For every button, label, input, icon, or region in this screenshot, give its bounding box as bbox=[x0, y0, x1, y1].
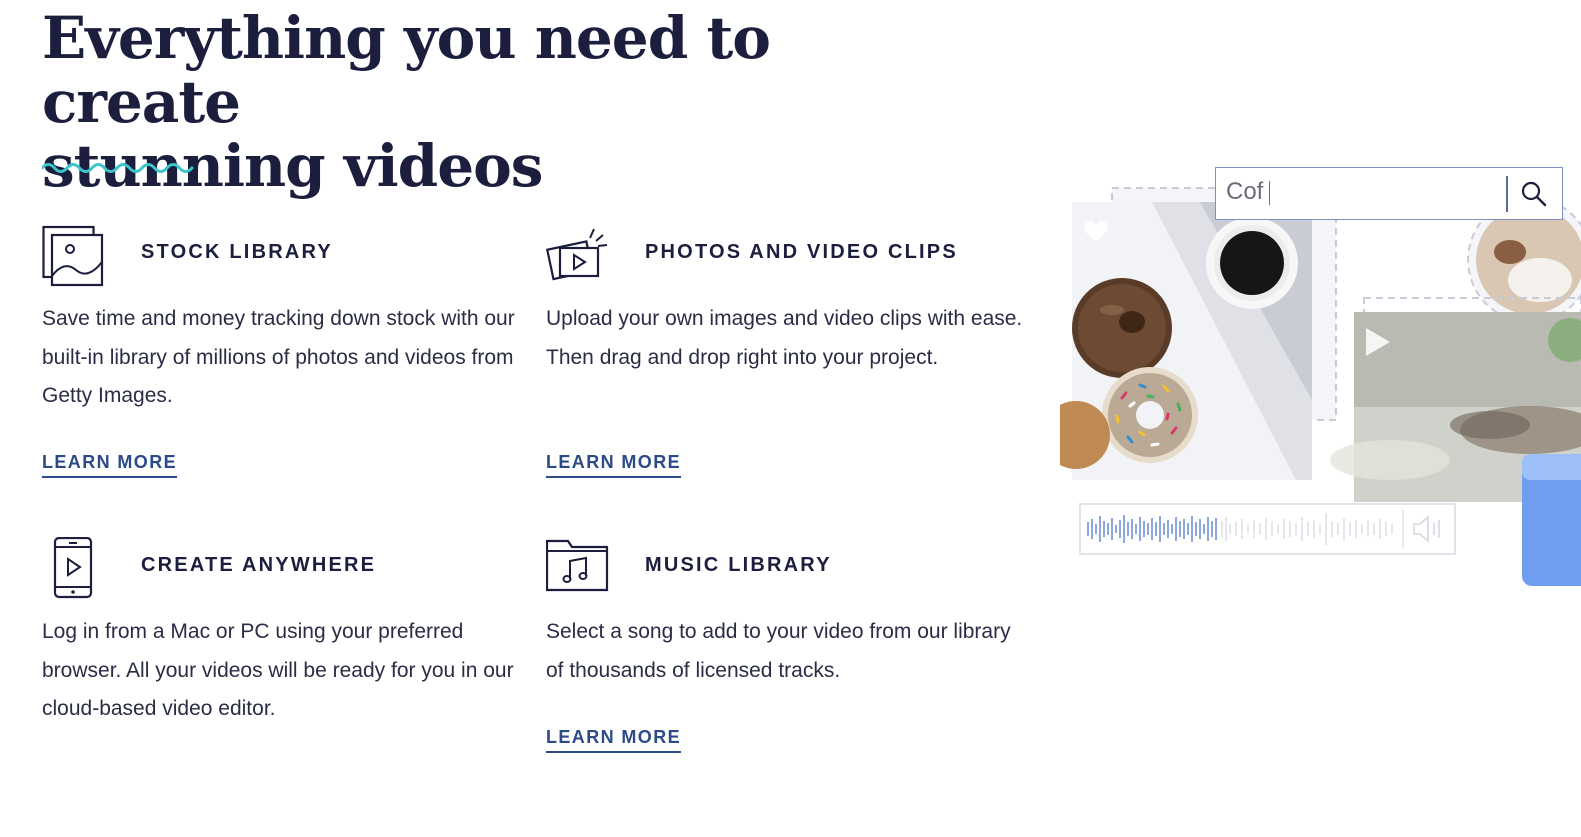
feature-description: Save time and money tracking down stock … bbox=[42, 307, 515, 407]
feature-description: Upload your own images and video clips w… bbox=[546, 307, 1023, 369]
search-divider bbox=[1506, 176, 1508, 212]
music-folder-icon bbox=[546, 539, 609, 592]
feature-title: CREATE ANYWHERE bbox=[141, 554, 377, 576]
mobile-device-icon bbox=[53, 537, 93, 599]
text-cursor bbox=[1269, 181, 1270, 205]
learn-more-link-music-library[interactable]: LEARN MORE bbox=[546, 727, 681, 753]
feature-description: Log in from a Mac or PC using your prefe… bbox=[42, 620, 514, 720]
photos-video-clips-icon bbox=[546, 228, 608, 281]
photo-card-coffee-donuts bbox=[1060, 202, 1312, 480]
stock-library-icon bbox=[42, 225, 104, 287]
feature-title: STOCK LIBRARY bbox=[141, 241, 333, 263]
page-title-line1: Everything you need to create bbox=[42, 4, 771, 136]
editor-illustration-graphic bbox=[1060, 187, 1581, 586]
search-input-value[interactable]: Cof bbox=[1226, 178, 1263, 206]
feature-description: Select a song to add to your video from … bbox=[546, 620, 1011, 682]
audio-waveform-track bbox=[1079, 503, 1456, 555]
stock-search-box[interactable]: Cof bbox=[1215, 167, 1563, 220]
learn-more-link-stock-library[interactable]: LEARN MORE bbox=[42, 452, 177, 478]
feature-title: PHOTOS AND VIDEO CLIPS bbox=[645, 241, 958, 263]
decorative-wave-divider bbox=[42, 163, 194, 173]
learn-more-link-photos-video-clips[interactable]: LEARN MORE bbox=[546, 452, 681, 478]
feature-title: MUSIC LIBRARY bbox=[645, 554, 832, 576]
editor-illustration: Cof bbox=[1060, 160, 1581, 600]
search-icon[interactable] bbox=[1520, 180, 1548, 208]
